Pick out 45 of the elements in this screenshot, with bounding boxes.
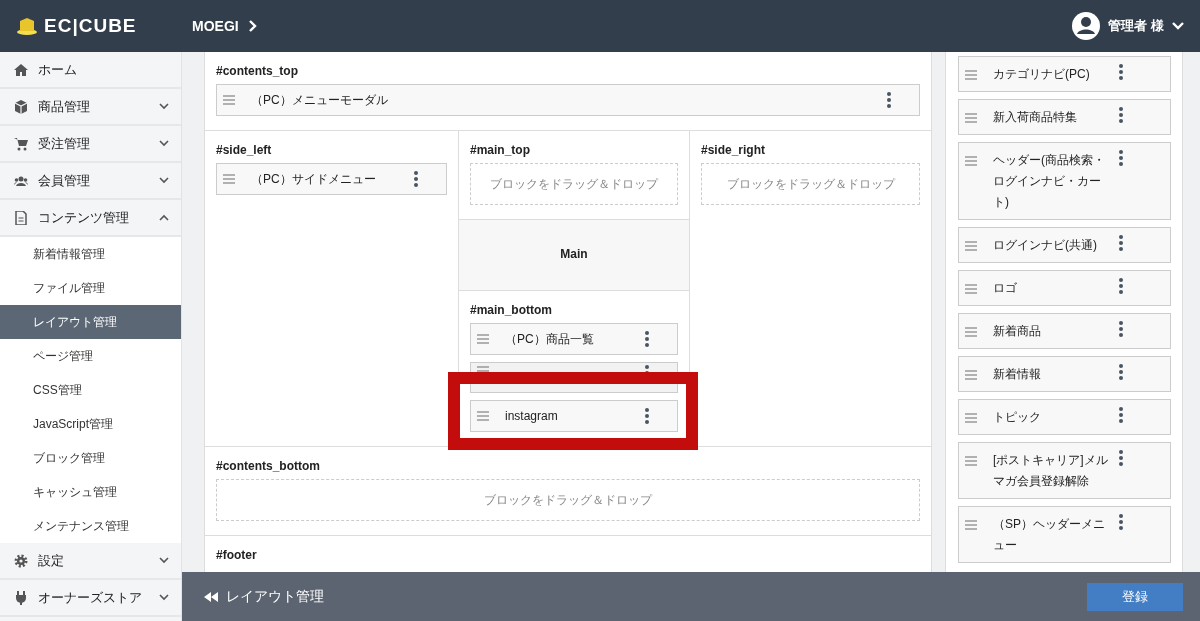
section-title: #side_left (216, 143, 273, 157)
section-title: #main_bottom (470, 303, 553, 317)
block-item[interactable]: [ポストキャリア]メルマガ会員登録解除 (958, 442, 1171, 499)
sidebar-subitem[interactable]: キャッシュ管理 (0, 475, 181, 509)
block-item[interactable]: （PC）サイドメニュー (216, 163, 447, 195)
sidebar-subitem[interactable]: 新着情報管理 (0, 237, 181, 271)
block-item[interactable]: 新着商品 (958, 313, 1171, 349)
block-item[interactable]: （PC）商品一覧 (470, 323, 678, 355)
sidebar-subitem[interactable]: CSS管理 (0, 373, 181, 407)
logo-text[interactable]: EC|CUBE (44, 15, 137, 37)
register-button[interactable]: 登録 (1087, 582, 1183, 611)
block-item[interactable]: カテゴリナビ(PC) (958, 56, 1171, 92)
sidebar-subitem[interactable]: メンテナンス管理 (0, 509, 181, 543)
sidebar-item[interactable]: オーナーズストア (0, 580, 181, 617)
sidebar-item[interactable]: 受注管理 (0, 126, 181, 163)
section-title: Main (560, 247, 588, 261)
sidebar-subitem[interactable]: レイアウト管理 (0, 305, 181, 339)
sidebar-subitem[interactable]: ファイル管理 (0, 271, 181, 305)
sidebar-item[interactable]: 設定 (0, 543, 181, 580)
section-title: #contents_top (216, 64, 299, 78)
section-title: #contents_bottom (216, 459, 321, 473)
back-link[interactable]: レイアウト管理 (204, 587, 324, 606)
sidebar-subitem[interactable]: ブロック管理 (0, 441, 181, 475)
section-title: #side_right (701, 143, 767, 157)
block-item[interactable]: 新着情報 (958, 356, 1171, 392)
sidebar-item[interactable]: ホーム (0, 52, 181, 89)
block-item[interactable]: ログインナビ(共通) (958, 227, 1171, 263)
drop-zone[interactable]: ブロックをドラッグ＆ドロップ (470, 163, 678, 205)
block-item[interactable]: 新入荷商品特集 (958, 99, 1171, 135)
sidebar-item[interactable]: 商品管理 (0, 89, 181, 126)
block-item[interactable]: instagram (470, 400, 678, 432)
block-item[interactable]: トピック (958, 399, 1171, 435)
block-item[interactable]: ロゴ (958, 270, 1171, 306)
sidebar-subitem[interactable]: JavaScript管理 (0, 407, 181, 441)
block-item[interactable]: （SP）ヘッダーメニュー (958, 506, 1171, 563)
drop-zone[interactable]: ブロックをドラッグ＆ドロップ (701, 163, 920, 205)
drop-zone[interactable]: ブロックをドラッグ＆ドロップ (216, 479, 920, 521)
section-title: #main_top (470, 143, 531, 157)
user-name[interactable]: 管理者 様 (1108, 17, 1164, 35)
sidebar-subitem[interactable]: ページ管理 (0, 339, 181, 373)
sidebar-item[interactable]: 会員管理 (0, 163, 181, 200)
shop-name[interactable]: MOEGI (192, 18, 239, 34)
block-item[interactable]: （PC）メニューモーダル (216, 84, 920, 116)
section-title: #footer (216, 548, 258, 562)
block-item[interactable]: ヘッダー(商品検索・ログインナビ・カート) (958, 142, 1171, 220)
